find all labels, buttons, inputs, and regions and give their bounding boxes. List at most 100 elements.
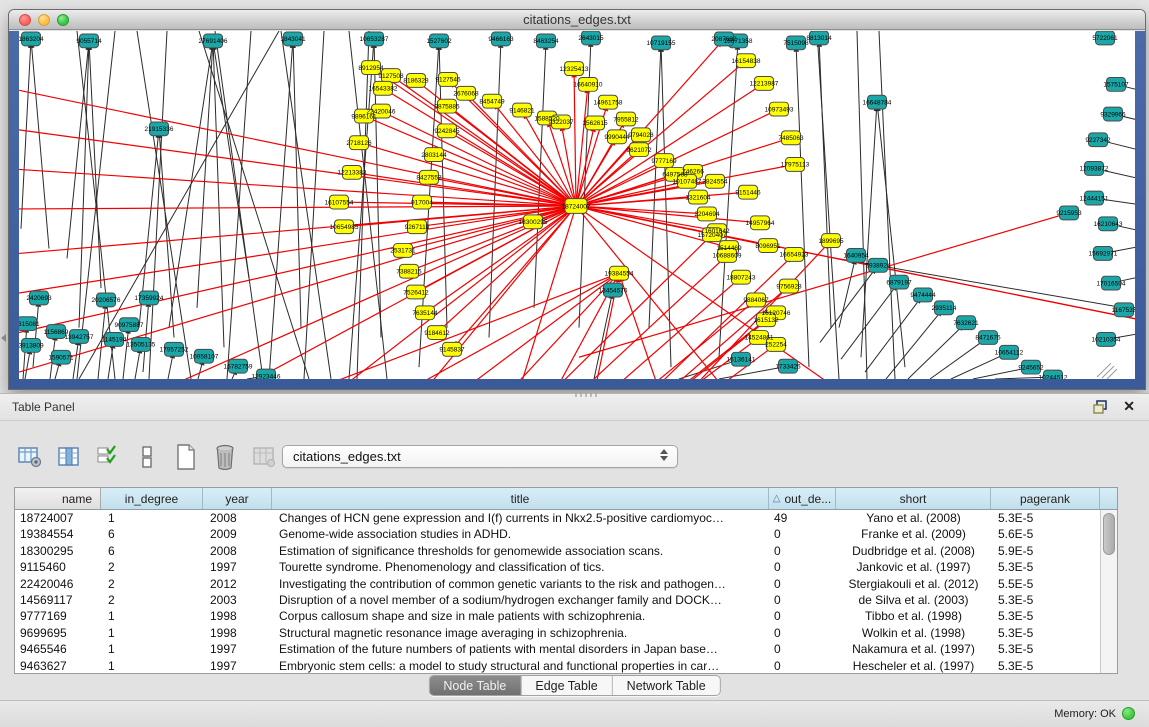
- table-cell: Stergiakouli et al. (2012): [836, 576, 991, 592]
- graph-edge: [661, 52, 671, 367]
- graph-node-label: 9756928: [776, 283, 802, 290]
- table-cell: 1997: [203, 559, 272, 575]
- graph-node-label: 17957252: [160, 347, 189, 354]
- graph-edge: [796, 52, 809, 367]
- graph-node-label: 18807243: [727, 274, 756, 281]
- graph-node-label: 7526412: [403, 289, 429, 296]
- graph-node-label: 15136141: [727, 357, 756, 364]
- table-row[interactable]: 2242004622012Investigating the contribut…: [15, 576, 1100, 592]
- citation-graph[interactable]: 1863204905571427691406184304110653287152…: [19, 31, 1135, 379]
- table-selector-dropdown[interactable]: citations_edges.txt: [282, 445, 678, 468]
- scrollbar-thumb[interactable]: [1103, 513, 1115, 555]
- graph-node-label: 7515098: [783, 40, 809, 47]
- graph-node-label: 14961758: [594, 99, 623, 106]
- tab-edge-table[interactable]: Edge Table: [521, 676, 612, 695]
- row-select-icon[interactable]: [94, 443, 122, 471]
- graph-node-label: 9466163: [488, 36, 514, 43]
- graph-node-label: 7635144: [412, 310, 438, 317]
- graph-node-label: 13505135: [127, 342, 156, 349]
- sort-ascending-icon: △: [773, 493, 781, 504]
- graph-node-label: 1145194: [102, 337, 127, 344]
- network-canvas[interactable]: 1863204905571427691406184304110653287152…: [19, 31, 1135, 379]
- graph-edge: [372, 120, 576, 206]
- memory-status[interactable]: Memory: OK: [1054, 707, 1135, 720]
- graph-node-label: 3824554: [702, 179, 728, 186]
- column-header-in_degree[interactable]: in_degree: [101, 488, 203, 509]
- window-titlebar[interactable]: citations_edges.txt: [9, 10, 1145, 30]
- table-cell: 5.3E-5: [991, 592, 1100, 608]
- table-row[interactable]: 911546021997Tourette syndrome. Phenomeno…: [15, 559, 1100, 575]
- new-document-icon[interactable]: [172, 443, 200, 471]
- table-cell: 9777169: [15, 608, 101, 624]
- graph-edge: [516, 325, 759, 379]
- graph-node-label: 17016504: [1097, 280, 1126, 287]
- table-cell: Tibbo et al. (1998): [836, 608, 991, 624]
- column-header-name[interactable]: name: [15, 488, 101, 509]
- graph-node-label: 7388215: [396, 269, 422, 276]
- close-icon[interactable]: ✕: [1123, 398, 1135, 415]
- network-view-frame: 1863204905571427691406184304110653287152…: [9, 31, 1145, 389]
- float-window-icon[interactable]: [1093, 400, 1109, 415]
- graph-node-label: 1640954: [843, 253, 869, 260]
- graph-node-label: 9777169: [651, 158, 677, 165]
- column-visibility-icon[interactable]: [55, 443, 83, 471]
- graph-node-label: 10653287: [360, 36, 389, 43]
- graph-node-label: 8471676: [975, 335, 1001, 342]
- table-row[interactable]: 1456911722003Disruption of a novel membe…: [15, 592, 1100, 608]
- graph-node-label: 8186328: [403, 78, 429, 85]
- table-cell: 5.3E-5: [991, 510, 1100, 526]
- graph-node-label: 12444151: [1080, 195, 1109, 202]
- graph-edge: [719, 368, 779, 379]
- graph-edge: [908, 329, 960, 379]
- table-row[interactable]: 1938455462009Genome-wide association stu…: [15, 526, 1100, 542]
- graph-edge: [197, 50, 212, 308]
- graph-edge: [269, 48, 292, 379]
- column-header-year[interactable]: year: [203, 488, 272, 509]
- graph-node-label: 1562615: [582, 120, 608, 127]
- table-cell: de Silva et al. (2003): [836, 592, 991, 608]
- graph-edge: [25, 354, 29, 379]
- tab-node-table[interactable]: Node Table: [429, 676, 521, 695]
- column-header-out_de[interactable]: △out_de...: [769, 488, 836, 509]
- graph-node-label: 8096951: [755, 243, 781, 250]
- table-cell: 6: [101, 543, 203, 559]
- table-row[interactable]: 946554611997Estimation of the future num…: [15, 641, 1100, 657]
- graph-edge: [526, 318, 769, 379]
- table-scrollbar[interactable]: [1100, 510, 1117, 673]
- table-cell: 9115460: [15, 559, 101, 575]
- tab-network-table[interactable]: Network Table: [613, 676, 720, 695]
- graph-node-label: 1575107: [1103, 82, 1129, 89]
- table-cell: 2008: [203, 510, 272, 526]
- delete-icon[interactable]: [211, 443, 239, 471]
- table-cell: 5.3E-5: [991, 625, 1100, 641]
- table-row[interactable]: 969969511998Structural magnetic resonanc…: [15, 625, 1100, 641]
- table-row[interactable]: 1872400712008Changes of HCN gene express…: [15, 510, 1100, 526]
- import-table-icon[interactable]: [250, 443, 278, 471]
- graph-edge: [199, 31, 309, 379]
- graph-node-label: 2087682: [711, 36, 737, 43]
- graph-node-label: 9227342: [1085, 137, 1111, 144]
- table-panel-header[interactable]: Table Panel ✕: [0, 394, 1149, 421]
- graph-edge: [879, 31, 895, 379]
- graph-node-label: 9127508: [378, 73, 404, 80]
- panel-collapse-arrow-icon[interactable]: [1, 334, 6, 342]
- graph-node-label: 90975887: [115, 322, 144, 329]
- graph-node-label: 10958107: [190, 354, 219, 361]
- table-settings-icon[interactable]: [16, 443, 44, 471]
- table-row[interactable]: 1830029562008Estimation of significance …: [15, 543, 1100, 559]
- column-header-pagerank[interactable]: pagerank: [991, 488, 1100, 509]
- column-header-short[interactable]: short: [836, 488, 991, 509]
- panel-splitter-handle[interactable]: [575, 393, 597, 397]
- column-header-title[interactable]: title: [272, 488, 769, 509]
- table-row[interactable]: 977716911998Corpus callosum shape and si…: [15, 608, 1100, 624]
- graph-edge: [679, 362, 732, 379]
- table-cell: 2009: [203, 526, 272, 542]
- graph-edge: [1107, 369, 1117, 379]
- table-row[interactable]: 946362711997Embryonic stem cells: a mode…: [15, 658, 1100, 673]
- graph-edge: [817, 31, 839, 379]
- table-cell: 1: [101, 641, 203, 657]
- column-pair-icon[interactable]: [133, 443, 161, 471]
- graph-node-label: 9145837: [439, 347, 465, 354]
- graph-node-label: 6879197: [886, 279, 912, 286]
- graph-node-label: 16543382: [369, 86, 398, 93]
